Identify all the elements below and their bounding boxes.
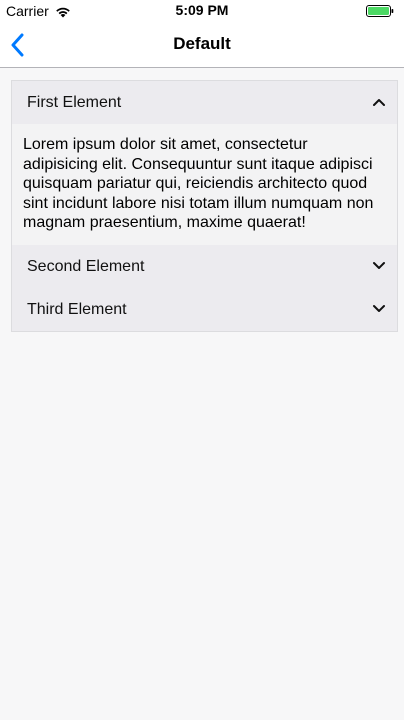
- accordion-header-second[interactable]: Second Element: [12, 244, 397, 288]
- accordion-item-third: Third Element: [12, 287, 397, 331]
- navigation-bar: Default: [0, 22, 404, 68]
- chevron-up-icon: [373, 99, 385, 106]
- chevron-down-icon: [373, 261, 385, 269]
- page-title: Default: [173, 34, 231, 53]
- accordion-header-third[interactable]: Third Element: [12, 287, 397, 331]
- accordion-item-first: First Element Lorem ipsum dolor sit amet…: [12, 81, 397, 245]
- battery-icon: [366, 4, 394, 17]
- accordion-label: Second Element: [27, 257, 145, 275]
- accordion-header-first[interactable]: First Element: [12, 81, 397, 124]
- accordion-label: Third Element: [27, 300, 127, 318]
- accordion-item-second: Second Element: [12, 244, 397, 288]
- accordion-label: First Element: [27, 94, 122, 111]
- chevron-down-icon: [373, 304, 385, 312]
- accordion-content-first: Lorem ipsum dolor sit amet, consectetur …: [12, 124, 397, 245]
- status-bar: Carrier 5:09 PM: [0, 0, 404, 22]
- accordion: First Element Lorem ipsum dolor sit amet…: [11, 80, 398, 332]
- status-time: 5:09 PM: [175, 2, 229, 18]
